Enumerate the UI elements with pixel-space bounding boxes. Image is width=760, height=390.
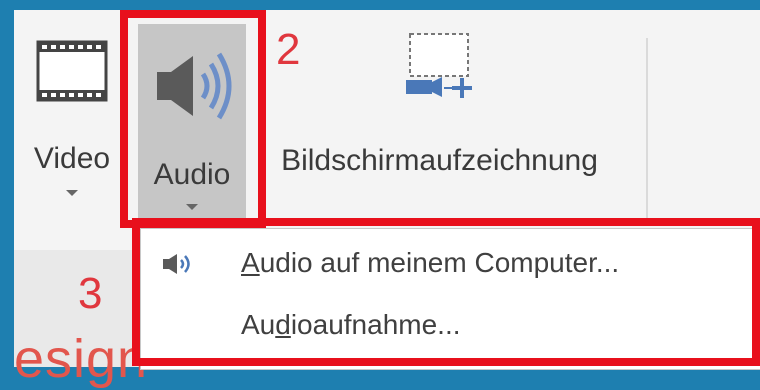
screen-recording-button[interactable]: Bildschirmaufzeichnung (257, 30, 622, 178)
film-strip-icon (36, 40, 108, 102)
audio-highlight-box (120, 10, 266, 228)
menu-highlight-box (132, 218, 760, 366)
callout-number-3: 3 (78, 269, 103, 318)
video-button[interactable]: Video (32, 40, 112, 196)
chevron-down-icon (66, 190, 78, 196)
screen-recording-icon (405, 33, 472, 98)
screen-recording-label: Bildschirmaufzeichnung (281, 144, 598, 177)
background-heading-text: esign (14, 329, 149, 389)
callout-number-2: 2 (276, 25, 301, 74)
ribbon-panel: Video Audio Bildschirmaufzeichnung 2 3 e… (14, 10, 760, 389)
ribbon-separator (646, 38, 648, 218)
video-button-label: Video (33, 142, 111, 175)
